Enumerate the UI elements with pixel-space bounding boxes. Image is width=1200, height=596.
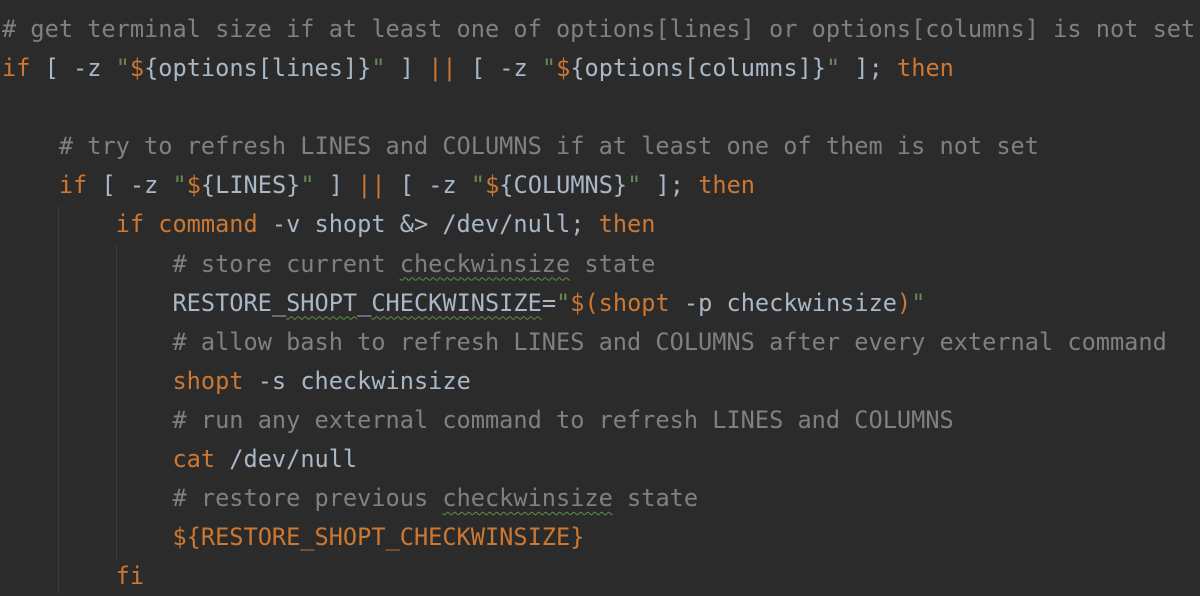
keyword-token: ||: [428, 54, 457, 83]
keyword-token: then: [598, 210, 656, 239]
text-token: -s checkwinsize: [243, 366, 471, 395]
code-line: # store current checkwinsize state: [2, 245, 1195, 284]
comment-token: # get terminal size if at least one of o…: [2, 15, 1196, 43]
comment-token: # allow bash to refresh LINES and COLUMN…: [172, 327, 1167, 356]
text-token: CHECKWINSIZE: [371, 288, 542, 317]
variable-token: $: [556, 54, 571, 83]
variable-token: ): [896, 288, 912, 317]
code-line: # allow bash to refresh LINES and COLUMN…: [2, 323, 1195, 362]
variable-token: $: [186, 171, 201, 200]
code-line: ${RESTORE_SHOPT_CHECKWINSIZE}: [2, 518, 1195, 557]
code-line: fi: [2, 557, 1195, 596]
keyword-token: then: [897, 54, 954, 83]
string-quote-token: ": [627, 171, 642, 200]
comment-token: checkwinsize: [399, 249, 571, 278]
text-token: [ -z: [385, 171, 471, 200]
string-quote-token: ": [470, 171, 486, 200]
text-token: _: [357, 288, 372, 317]
keyword-token: then: [698, 171, 756, 200]
keyword-token: if: [58, 171, 88, 200]
variable-token: $(: [570, 288, 599, 317]
code-line: # restore previous checkwinsize state: [2, 479, 1195, 518]
text-token: ]: [385, 54, 429, 83]
comment-token: state: [570, 249, 656, 278]
keyword-token: shopt: [172, 366, 244, 395]
code-line: if [ -z "${options[lines]}" ] || [ -z "$…: [2, 49, 1195, 88]
code-line: # run any external command to refresh LI…: [2, 401, 1195, 440]
code-line: # get terminal size if at least one of o…: [2, 10, 1195, 49]
text-token: ];: [840, 54, 898, 83]
text-token: [ -z: [30, 54, 116, 83]
code-line: shopt -s checkwinsize: [2, 362, 1195, 401]
code-line: if [ -z "${LINES}" ] || [ -z "${COLUMNS}…: [2, 166, 1195, 205]
string-quote-token: ": [172, 171, 187, 200]
keyword-token: ||: [357, 171, 386, 200]
keyword-token: if: [2, 54, 31, 83]
string-quote-token: ": [541, 54, 557, 83]
code-line: RESTORE_SHOPT_CHECKWINSIZE="$(shopt -p c…: [2, 284, 1195, 323]
text-token: {options[lines]}: [144, 54, 372, 83]
comment-token: state: [612, 484, 699, 513]
comment-token: # run any external command to refresh LI…: [172, 405, 954, 434]
comment-token: # try to refresh LINES and COLUMNS if at…: [58, 132, 1039, 161]
string-quote-token: ": [556, 288, 571, 317]
text-token: [ -z: [456, 54, 542, 83]
text-token: {LINES}: [200, 171, 301, 200]
keyword-token: cat: [172, 445, 216, 474]
string-quote-token: ": [826, 54, 841, 83]
keyword-token: fi: [115, 562, 145, 591]
text-token: ]: [314, 171, 358, 200]
code-line: cat /dev/null: [2, 440, 1195, 479]
code-line: # try to refresh LINES and COLUMNS if at…: [2, 127, 1195, 166]
text-token: -p checkwinsize: [669, 288, 897, 317]
variable-token: $: [129, 54, 145, 83]
keyword-token: if command: [115, 210, 258, 239]
variable-token: ${RESTORE_SHOPT_CHECKWINSIZE}: [172, 523, 585, 552]
string-quote-token: ": [911, 288, 926, 317]
comment-token: checkwinsize: [442, 484, 613, 513]
text-token: [ -z: [87, 171, 173, 200]
text-token: /dev/null: [215, 445, 358, 474]
variable-token: $: [485, 171, 500, 200]
string-quote-token: ": [115, 54, 130, 83]
text-token: ];: [641, 171, 699, 200]
text-token: SHOPT: [286, 288, 358, 317]
text-token: RESTORE_: [2, 288, 287, 317]
text-token: {COLUMNS}: [499, 171, 628, 200]
text-token: =: [541, 288, 557, 317]
string-quote-token: ": [300, 171, 315, 200]
text-token: {options[columns]}: [570, 54, 826, 83]
comment-token: # restore previous: [172, 484, 443, 513]
keyword-token: shopt: [598, 288, 670, 317]
code-editor[interactable]: # get terminal size if at least one of o…: [2, 10, 1195, 596]
code-line: if command -v shopt &> /dev/null; then: [2, 205, 1195, 244]
string-quote-token: ": [371, 54, 386, 83]
comment-token: # store current: [172, 249, 400, 278]
text-token: -v shopt &> /dev/null;: [257, 210, 599, 239]
